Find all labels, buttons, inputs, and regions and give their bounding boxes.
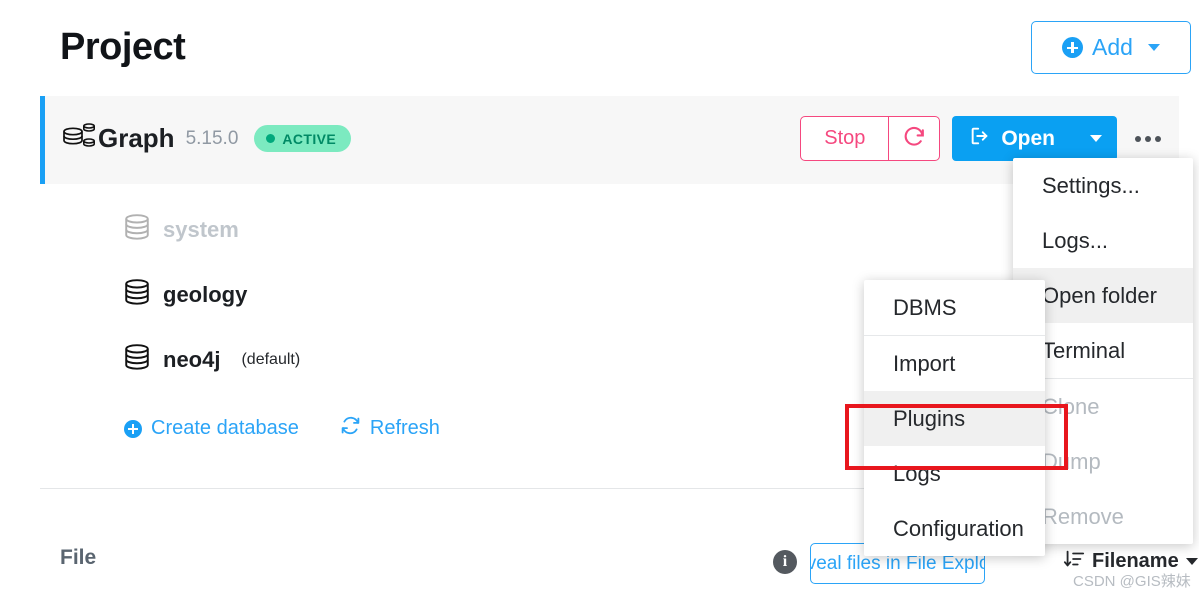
menu-item-logs[interactable]: Logs...: [1013, 213, 1193, 268]
card-controls: Stop Open: [800, 116, 1165, 161]
status-badge-label: ACTIVE: [282, 130, 337, 147]
dbms-name: Graph: [98, 123, 175, 153]
submenu-item-configuration[interactable]: Configuration: [864, 501, 1045, 556]
list-item[interactable]: geology: [124, 273, 724, 317]
database-default-tag: (default): [241, 351, 301, 368]
list-item[interactable]: system: [124, 208, 724, 252]
submenu-item-plugins[interactable]: Plugins: [864, 391, 1045, 446]
status-badge: ACTIVE: [254, 125, 352, 152]
chevron-down-icon: [1185, 558, 1198, 565]
add-button-label: Add: [1092, 34, 1133, 60]
database-icon: [124, 278, 150, 312]
chevron-down-icon[interactable]: [1147, 44, 1160, 51]
open-button[interactable]: Open: [952, 116, 1075, 161]
more-options-button[interactable]: [1131, 122, 1165, 156]
plus-circle-icon: [124, 419, 142, 438]
stop-button-group: Stop: [800, 116, 941, 161]
database-list: system geology neo4j (default): [124, 208, 724, 382]
database-icon: [124, 343, 150, 377]
restart-button[interactable]: [888, 117, 939, 160]
ellipsis-icon: [1155, 135, 1161, 142]
stop-button[interactable]: Stop: [801, 117, 888, 160]
open-button-label: Open: [1001, 126, 1055, 150]
database-name: geology: [163, 282, 248, 307]
watermark: CSDN @GIS辣妹: [1073, 573, 1191, 590]
submenu-header-dbms: DBMS: [893, 294, 957, 320]
plus-circle-icon: [1062, 37, 1084, 58]
database-name: neo4j: [163, 347, 221, 372]
create-database-link[interactable]: Create database: [124, 417, 299, 440]
create-database-label: Create database: [151, 417, 299, 439]
status-dot-icon: [266, 134, 276, 143]
open-dropdown-toggle[interactable]: [1075, 116, 1117, 161]
dbms-card[interactable]: Graph 5.15.0 ACTIVE Stop Open: [40, 96, 1179, 184]
menu-item-settings[interactable]: Settings...: [1013, 158, 1193, 213]
file-section-title: File: [60, 546, 97, 569]
open-button-group: Open: [952, 116, 1117, 161]
database-name: system: [163, 217, 239, 242]
chevron-down-icon: [1090, 135, 1102, 142]
database-actions: Create database Refresh: [124, 415, 440, 442]
submenu-item-import[interactable]: Import: [864, 336, 1045, 391]
refresh-label: Refresh: [369, 417, 440, 439]
graph-database-icon: [62, 120, 96, 157]
dbms-submenu: DBMS Import Plugins Logs Configuration: [864, 280, 1045, 556]
refresh-icon: [902, 124, 927, 154]
open-external-icon: [969, 125, 991, 152]
dbms-version: 5.15.0: [185, 127, 239, 149]
info-icon[interactable]: i: [773, 550, 797, 574]
ellipsis-icon: [1135, 135, 1141, 142]
page-title: Project: [60, 26, 186, 68]
add-button[interactable]: Add: [1031, 21, 1191, 74]
submenu-item-logs[interactable]: Logs: [864, 446, 1045, 501]
card-title-row: Graph 5.15.0 ACTIVE: [62, 120, 352, 157]
page-header: Project Add: [0, 0, 1199, 90]
database-icon: [124, 213, 150, 247]
refresh-cycle-icon: [340, 415, 361, 442]
list-item[interactable]: neo4j (default): [124, 338, 724, 382]
refresh-link[interactable]: Refresh: [340, 415, 440, 442]
ellipsis-icon: [1145, 135, 1151, 142]
